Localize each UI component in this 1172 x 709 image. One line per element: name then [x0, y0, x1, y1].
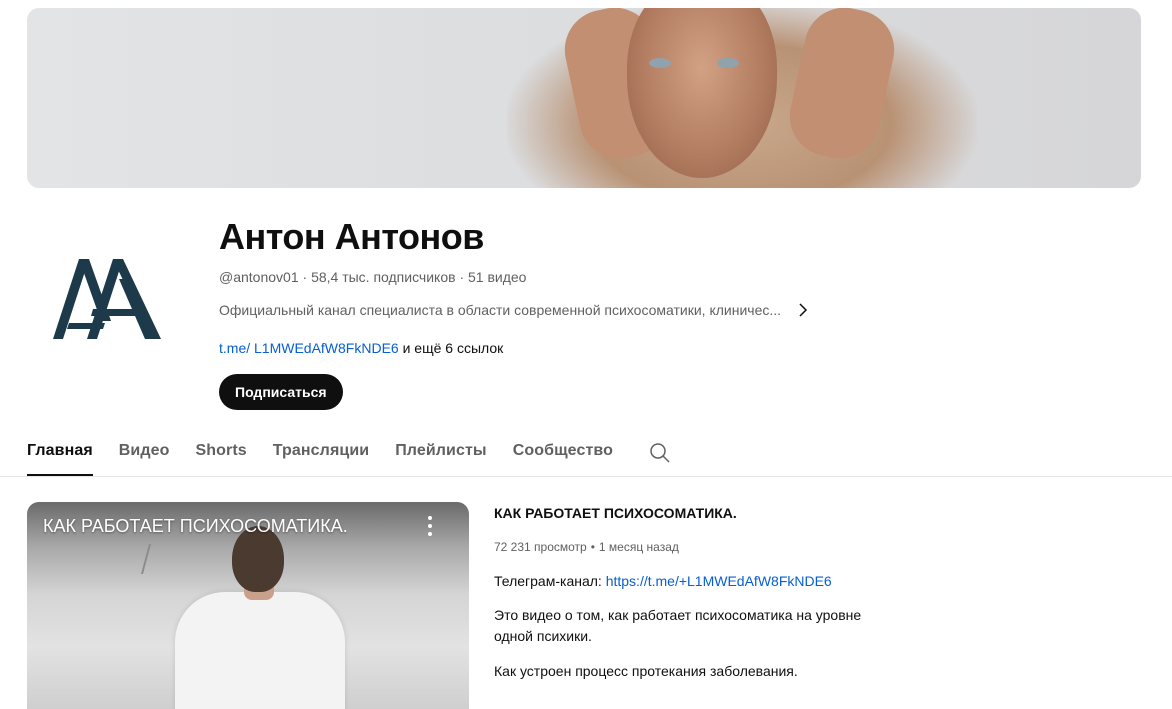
meta-separator: ·	[302, 269, 312, 285]
tab-videos[interactable]: Видео	[119, 434, 170, 476]
tab-live[interactable]: Трансляции	[273, 434, 369, 476]
description-paragraph: Как устроен процесс протекания заболеван…	[494, 663, 798, 679]
thumbnail-title: КАК РАБОТАЕТ ПСИХОСОМАТИКА.	[43, 516, 348, 536]
channel-banner	[27, 8, 1141, 188]
channel-tabs: Главная Видео Shorts Трансляции Плейлист…	[27, 434, 671, 476]
description-line: одной психики.	[494, 628, 592, 644]
published-date: 1 месяц назад	[598, 540, 679, 554]
tabs-divider	[0, 476, 1172, 477]
chevron-right-icon[interactable]	[795, 302, 811, 318]
video-count: 51 видео	[468, 269, 527, 285]
video-title[interactable]: КАК РАБОТАЕТ ПСИХОСОМАТИКА.	[494, 505, 914, 521]
view-count: 72 231 просмотр	[494, 540, 587, 554]
channel-title: Антон Антонов	[219, 216, 484, 257]
subscribe-button[interactable]: Подписаться	[219, 374, 343, 410]
featured-video-thumbnail[interactable]: КАК РАБОТАЕТ ПСИХОСОМАТИКА.	[27, 502, 469, 709]
channel-handle: @antonov01	[219, 269, 299, 285]
telegram-line: Телеграм-канал: https://t.me/+L1MWEdAfW8…	[494, 571, 914, 591]
more-vert-icon[interactable]	[421, 516, 439, 536]
stats-separator: •	[590, 540, 595, 554]
tab-playlists[interactable]: Плейлисты	[395, 434, 487, 476]
tab-shorts[interactable]: Shorts	[196, 434, 247, 476]
channel-links: t.me/ L1MWEdAfW8FkNDE6 и ещё 6 ссылок	[219, 340, 503, 356]
description-line: Это видео о том, как работает психосомат…	[494, 607, 862, 623]
subscriber-count: 58,4 тыс. подписчиков	[311, 269, 456, 285]
telegram-url[interactable]: https://t.me/+L1MWEdAfW8FkNDE6	[606, 573, 832, 589]
channel-avatar[interactable]	[27, 219, 187, 379]
tab-community[interactable]: Сообщество	[513, 434, 613, 476]
channel-meta: @antonov01 · 58,4 тыс. подписчиков · 51 …	[219, 269, 526, 285]
search-icon[interactable]	[649, 434, 671, 469]
banner-eye-left	[649, 58, 671, 68]
video-stats: 72 231 просмотр • 1 месяц назад	[494, 540, 914, 554]
thumb-person-body	[175, 592, 345, 709]
featured-video-info: КАК РАБОТАЕТ ПСИХОСОМАТИКА. 72 231 просм…	[494, 505, 914, 682]
channel-logo-icon	[53, 259, 161, 339]
telegram-label: Телеграм-канал:	[494, 573, 606, 589]
meta-separator: ·	[459, 269, 468, 285]
banner-eye-right	[717, 58, 739, 68]
board-scrawl	[140, 544, 170, 574]
description-text: Официальный канал специалиста в области …	[219, 302, 782, 318]
telegram-link[interactable]: t.me/ L1MWEdAfW8FkNDE6	[219, 340, 399, 356]
channel-description[interactable]: Официальный канал специалиста в области …	[219, 302, 811, 318]
description-paragraph: Это видео о том, как работает психосомат…	[494, 605, 914, 647]
more-links[interactable]: и ещё 6 ссылок	[403, 340, 504, 356]
tab-home[interactable]: Главная	[27, 434, 93, 476]
